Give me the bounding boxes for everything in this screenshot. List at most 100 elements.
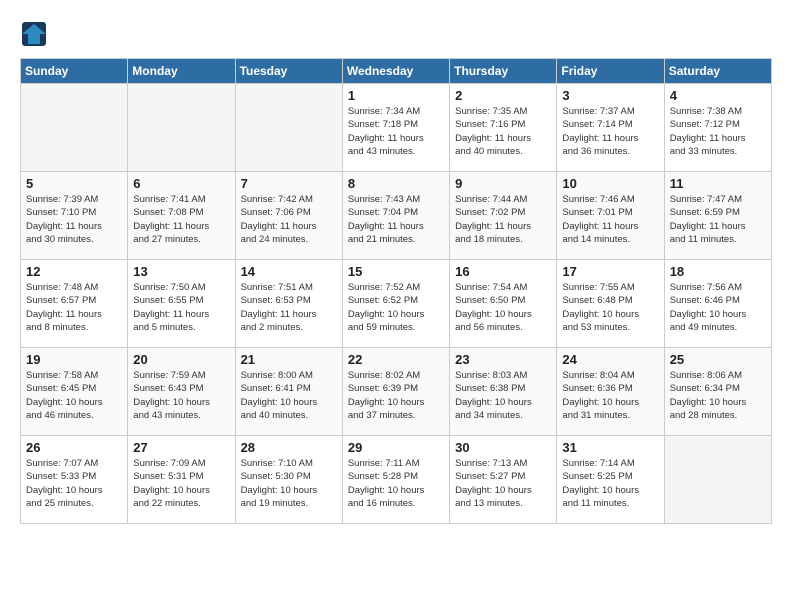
day-info: Sunrise: 7:35 AM Sunset: 7:16 PM Dayligh… <box>455 105 551 158</box>
calendar-cell <box>21 84 128 172</box>
day-number: 28 <box>241 440 337 455</box>
day-info: Sunrise: 8:04 AM Sunset: 6:36 PM Dayligh… <box>562 369 658 422</box>
calendar-cell: 11 Sunrise: 7:47 AM Sunset: 6:59 PM Dayli… <box>664 172 771 260</box>
calendar-cell: 28 Sunrise: 7:10 AM Sunset: 5:30 PM Dayli… <box>235 436 342 524</box>
day-number: 11 <box>670 176 766 191</box>
calendar-week-row: 5 Sunrise: 7:39 AM Sunset: 7:10 PM Daylig… <box>21 172 772 260</box>
day-number: 4 <box>670 88 766 103</box>
day-number: 22 <box>348 352 444 367</box>
day-info: Sunrise: 7:48 AM Sunset: 6:57 PM Dayligh… <box>26 281 122 334</box>
calendar-cell <box>128 84 235 172</box>
day-number: 18 <box>670 264 766 279</box>
day-info: Sunrise: 7:44 AM Sunset: 7:02 PM Dayligh… <box>455 193 551 246</box>
calendar-cell: 21Sunrise: 8:00 AM Sunset: 6:41 PM Dayli… <box>235 348 342 436</box>
calendar-cell: 7 Sunrise: 7:42 AM Sunset: 7:06 PM Daylig… <box>235 172 342 260</box>
day-info: Sunrise: 7:56 AM Sunset: 6:46 PM Dayligh… <box>670 281 766 334</box>
calendar-cell: 4 Sunrise: 7:38 AM Sunset: 7:12 PM Daylig… <box>664 84 771 172</box>
day-number: 19 <box>26 352 122 367</box>
day-number: 29 <box>348 440 444 455</box>
day-number: 7 <box>241 176 337 191</box>
day-number: 6 <box>133 176 229 191</box>
calendar-cell: 20 Sunrise: 7:59 AM Sunset: 6:43 PM Dayli… <box>128 348 235 436</box>
calendar-cell: 3Sunrise: 7:37 AM Sunset: 7:14 PM Daylig… <box>557 84 664 172</box>
day-number: 1 <box>348 88 444 103</box>
day-number: 26 <box>26 440 122 455</box>
calendar-table: SundayMondayTuesdayWednesdayThursdayFrid… <box>20 58 772 524</box>
calendar-cell <box>235 84 342 172</box>
day-number: 16 <box>455 264 551 279</box>
day-number: 9 <box>455 176 551 191</box>
calendar-cell: 9 Sunrise: 7:44 AM Sunset: 7:02 PM Daylig… <box>450 172 557 260</box>
day-info: Sunrise: 7:54 AM Sunset: 6:50 PM Dayligh… <box>455 281 551 334</box>
day-info: Sunrise: 7:50 AM Sunset: 6:55 PM Dayligh… <box>133 281 229 334</box>
calendar-cell: 15 Sunrise: 7:52 AM Sunset: 6:52 PM Dayli… <box>342 260 449 348</box>
day-info: Sunrise: 7:41 AM Sunset: 7:08 PM Dayligh… <box>133 193 229 246</box>
page-header <box>20 20 772 48</box>
calendar-cell: 22 Sunrise: 8:02 AM Sunset: 6:39 PM Dayli… <box>342 348 449 436</box>
calendar-cell: 2 Sunrise: 7:35 AM Sunset: 7:16 PM Daylig… <box>450 84 557 172</box>
day-number: 21 <box>241 352 337 367</box>
day-number: 30 <box>455 440 551 455</box>
day-number: 17 <box>562 264 658 279</box>
day-info: Sunrise: 7:42 AM Sunset: 7:06 PM Dayligh… <box>241 193 337 246</box>
weekday-header-saturday: Saturday <box>664 59 771 84</box>
calendar-cell: 30 Sunrise: 7:13 AM Sunset: 5:27 PM Dayli… <box>450 436 557 524</box>
calendar-cell: 26Sunrise: 7:07 AM Sunset: 5:33 PM Dayli… <box>21 436 128 524</box>
weekday-header-friday: Friday <box>557 59 664 84</box>
calendar-week-row: 12 Sunrise: 7:48 AM Sunset: 6:57 PM Dayli… <box>21 260 772 348</box>
logo-icon <box>20 20 48 48</box>
day-number: 13 <box>133 264 229 279</box>
calendar-cell: 16 Sunrise: 7:54 AM Sunset: 6:50 PM Dayli… <box>450 260 557 348</box>
day-info: Sunrise: 7:46 AM Sunset: 7:01 PM Dayligh… <box>562 193 658 246</box>
day-number: 25 <box>670 352 766 367</box>
day-number: 20 <box>133 352 229 367</box>
calendar-cell: 24 Sunrise: 8:04 AM Sunset: 6:36 PM Dayli… <box>557 348 664 436</box>
day-info: Sunrise: 7:34 AM Sunset: 7:18 PM Dayligh… <box>348 105 444 158</box>
day-number: 2 <box>455 88 551 103</box>
day-info: Sunrise: 7:38 AM Sunset: 7:12 PM Dayligh… <box>670 105 766 158</box>
day-info: Sunrise: 7:43 AM Sunset: 7:04 PM Dayligh… <box>348 193 444 246</box>
calendar-week-row: 26Sunrise: 7:07 AM Sunset: 5:33 PM Dayli… <box>21 436 772 524</box>
day-number: 3 <box>562 88 658 103</box>
day-info: Sunrise: 7:52 AM Sunset: 6:52 PM Dayligh… <box>348 281 444 334</box>
day-info: Sunrise: 7:11 AM Sunset: 5:28 PM Dayligh… <box>348 457 444 510</box>
weekday-header-monday: Monday <box>128 59 235 84</box>
calendar-week-row: 19 Sunrise: 7:58 AM Sunset: 6:45 PM Dayli… <box>21 348 772 436</box>
calendar-cell: 25 Sunrise: 8:06 AM Sunset: 6:34 PM Dayli… <box>664 348 771 436</box>
day-info: Sunrise: 7:55 AM Sunset: 6:48 PM Dayligh… <box>562 281 658 334</box>
day-info: Sunrise: 7:59 AM Sunset: 6:43 PM Dayligh… <box>133 369 229 422</box>
calendar-cell: 6 Sunrise: 7:41 AM Sunset: 7:08 PM Daylig… <box>128 172 235 260</box>
weekday-header-wednesday: Wednesday <box>342 59 449 84</box>
calendar-week-row: 1 Sunrise: 7:34 AM Sunset: 7:18 PM Daylig… <box>21 84 772 172</box>
calendar-cell: 18 Sunrise: 7:56 AM Sunset: 6:46 PM Dayli… <box>664 260 771 348</box>
day-info: Sunrise: 7:10 AM Sunset: 5:30 PM Dayligh… <box>241 457 337 510</box>
day-info: Sunrise: 7:47 AM Sunset: 6:59 PM Dayligh… <box>670 193 766 246</box>
weekday-header-tuesday: Tuesday <box>235 59 342 84</box>
day-info: Sunrise: 8:06 AM Sunset: 6:34 PM Dayligh… <box>670 369 766 422</box>
day-number: 14 <box>241 264 337 279</box>
calendar-cell: 12 Sunrise: 7:48 AM Sunset: 6:57 PM Dayli… <box>21 260 128 348</box>
day-number: 15 <box>348 264 444 279</box>
weekday-header-sunday: Sunday <box>21 59 128 84</box>
day-info: Sunrise: 7:13 AM Sunset: 5:27 PM Dayligh… <box>455 457 551 510</box>
day-info: Sunrise: 8:02 AM Sunset: 6:39 PM Dayligh… <box>348 369 444 422</box>
calendar-cell: 31 Sunrise: 7:14 AM Sunset: 5:25 PM Dayli… <box>557 436 664 524</box>
day-info: Sunrise: 7:14 AM Sunset: 5:25 PM Dayligh… <box>562 457 658 510</box>
weekday-header-thursday: Thursday <box>450 59 557 84</box>
day-number: 12 <box>26 264 122 279</box>
day-info: Sunrise: 7:09 AM Sunset: 5:31 PM Dayligh… <box>133 457 229 510</box>
day-number: 8 <box>348 176 444 191</box>
day-info: Sunrise: 7:39 AM Sunset: 7:10 PM Dayligh… <box>26 193 122 246</box>
day-info: Sunrise: 7:51 AM Sunset: 6:53 PM Dayligh… <box>241 281 337 334</box>
day-number: 27 <box>133 440 229 455</box>
calendar-cell: 17 Sunrise: 7:55 AM Sunset: 6:48 PM Dayli… <box>557 260 664 348</box>
day-info: Sunrise: 7:58 AM Sunset: 6:45 PM Dayligh… <box>26 369 122 422</box>
day-number: 5 <box>26 176 122 191</box>
weekday-header-row: SundayMondayTuesdayWednesdayThursdayFrid… <box>21 59 772 84</box>
calendar-cell: 5 Sunrise: 7:39 AM Sunset: 7:10 PM Daylig… <box>21 172 128 260</box>
day-number: 10 <box>562 176 658 191</box>
day-number: 31 <box>562 440 658 455</box>
day-info: Sunrise: 8:03 AM Sunset: 6:38 PM Dayligh… <box>455 369 551 422</box>
calendar-cell: 23Sunrise: 8:03 AM Sunset: 6:38 PM Dayli… <box>450 348 557 436</box>
day-number: 24 <box>562 352 658 367</box>
